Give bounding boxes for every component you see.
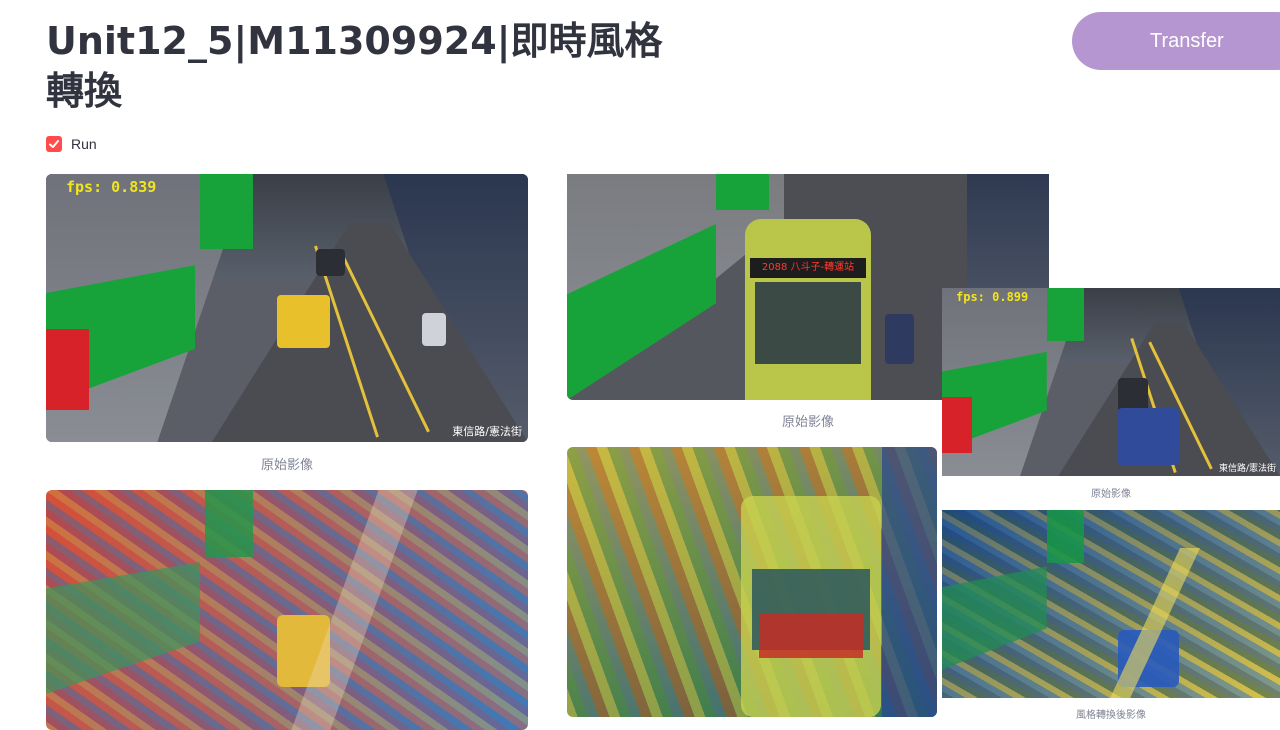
middle-stylized-video <box>567 447 937 717</box>
right-fps-readout: fps: 0.899 <box>956 290 1029 304</box>
left-fps-readout: fps: 0.839 <box>66 178 157 196</box>
right-original-video: fps: 0.899 東信路/憲法街 <box>942 288 1280 476</box>
right-original-caption: 原始影像 <box>1091 489 1131 500</box>
run-checkbox-row[interactable]: Run <box>46 136 97 152</box>
run-label: Run <box>71 136 97 152</box>
left-original-video: fps: 0.839 東信路/憲法街 <box>46 174 528 442</box>
page-title: Unit12_5|M11309924|即時風格轉換 <box>46 19 663 113</box>
right-stylized-caption: 風格轉換後影像 <box>1076 710 1146 721</box>
left-stylized-video <box>46 490 528 730</box>
check-icon <box>49 140 59 148</box>
left-original-caption: 原始影像 <box>260 458 313 473</box>
bus-destination-display: 2088 八斗子-轉運站 <box>750 257 866 278</box>
transfer-button[interactable]: Transfer <box>1072 12 1280 70</box>
right-stylized-video <box>942 510 1280 698</box>
left-location-stamp: 東信路/憲法街 <box>452 425 522 438</box>
run-checkbox[interactable] <box>46 136 62 152</box>
right-location-stamp: 東信路/憲法街 <box>1218 464 1276 474</box>
